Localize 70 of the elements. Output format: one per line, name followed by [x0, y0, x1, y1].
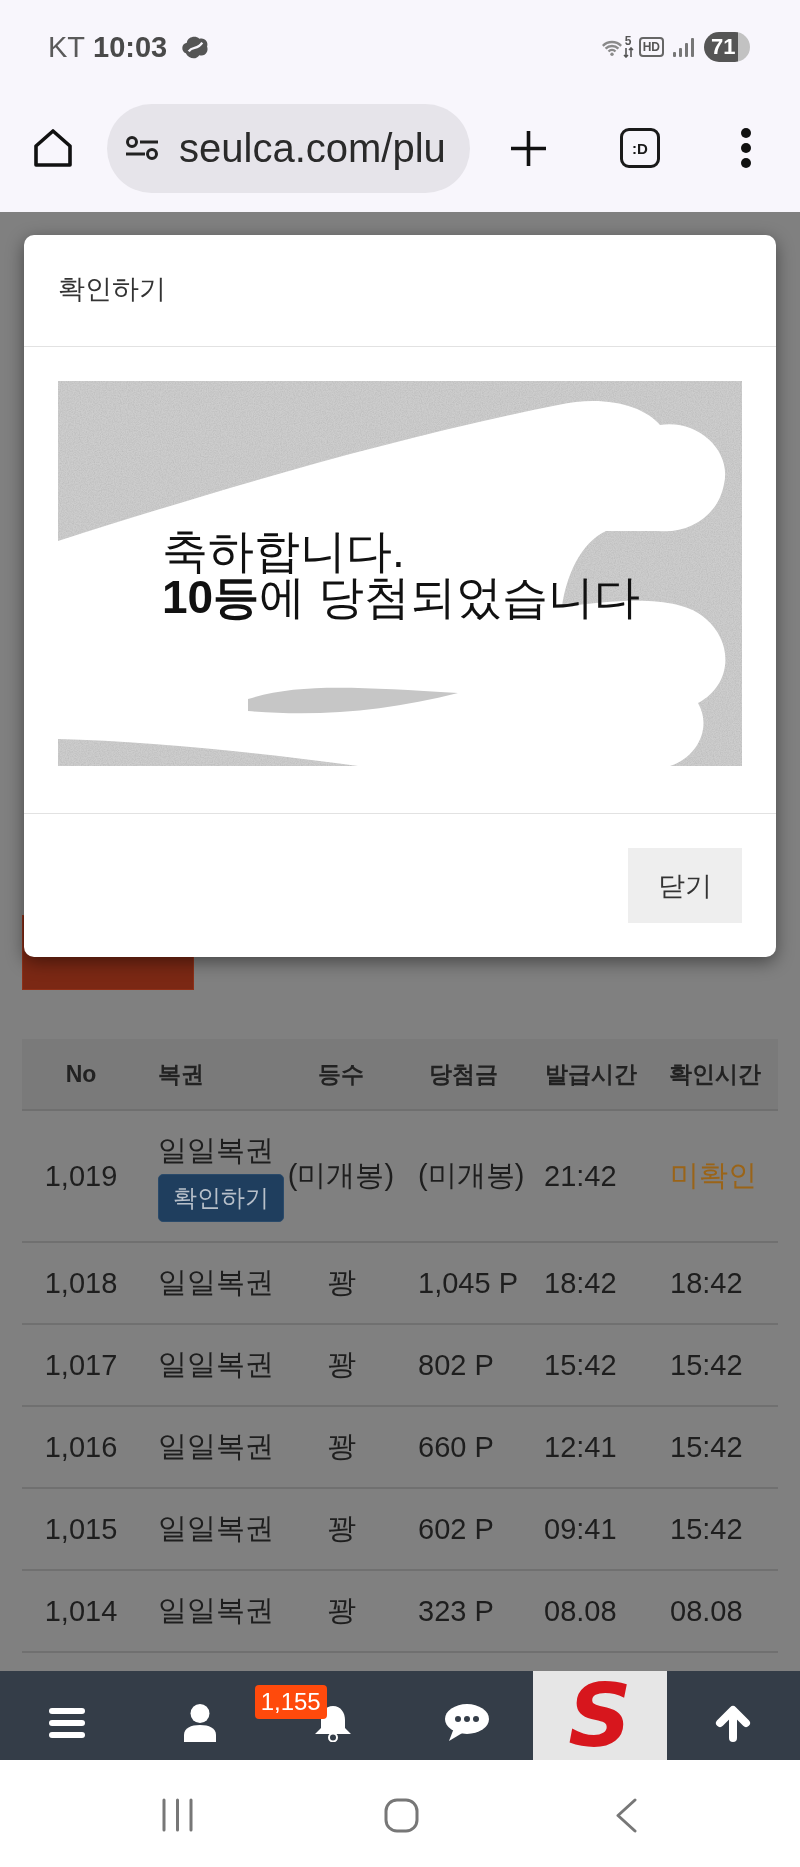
table-cell: 1,019	[44, 1159, 118, 1193]
logo-button[interactable]: S	[533, 1671, 667, 1760]
column-header: 당첨금	[428, 1059, 498, 1089]
hd-indicator: HD	[638, 37, 664, 57]
table-cell: 1,018	[44, 1266, 118, 1300]
table-cell: 802 P	[418, 1348, 494, 1382]
table-cell-text: 꽝	[326, 1429, 356, 1464]
table-cell-text: (미개봉)	[287, 1158, 395, 1193]
table-cell: 1,016	[44, 1430, 118, 1464]
menu-icon[interactable]	[48, 1707, 85, 1738]
network-label: 5	[624, 36, 632, 47]
tune-icon[interactable]	[125, 135, 159, 161]
column-header: 확인시간	[669, 1059, 761, 1089]
table-cell-text: 일일복권	[158, 1593, 274, 1628]
table-cell: 18:42	[670, 1266, 743, 1300]
table-cell-text: 꽝	[326, 1347, 356, 1382]
table-cell: 15:42	[670, 1348, 743, 1382]
data-arrows-icon	[622, 47, 634, 58]
table-cell: 12:41	[544, 1430, 617, 1464]
table-cell-text: 미확인	[670, 1158, 757, 1193]
back-icon[interactable]	[615, 1797, 637, 1833]
table-cell: 1,017	[44, 1348, 118, 1382]
table-cell-text: (미개봉)	[418, 1158, 525, 1193]
table-cell-text: 일일복권	[158, 1511, 274, 1546]
clock-time: 10:03	[93, 30, 168, 64]
signal-icon	[672, 37, 694, 57]
table-cell: 15:42	[544, 1348, 617, 1382]
wifi-icon	[601, 38, 622, 56]
table-cell: 08.08	[544, 1594, 617, 1628]
table-cell: 18:42	[544, 1266, 617, 1300]
recent-apps-icon[interactable]	[162, 1798, 193, 1832]
message-line: 10등에 당첨되었습니다	[162, 574, 640, 620]
table-cell: 1,014	[44, 1594, 118, 1628]
table-cell-text: 일일복권	[158, 1132, 274, 1168]
table-cell-text: 일일복권	[158, 1429, 274, 1464]
table-cell-text: 꽝	[326, 1593, 356, 1628]
url-text: seulca.com/plu	[179, 125, 446, 171]
chat-icon[interactable]	[444, 1704, 489, 1741]
battery-indicator: 71	[704, 32, 750, 62]
more-menu-icon[interactable]	[741, 128, 751, 168]
table-cell: 323 P	[418, 1594, 494, 1628]
column-header: 발급시간	[545, 1059, 637, 1089]
carrier-name: KT	[48, 30, 86, 64]
arrow-up-icon[interactable]	[714, 1703, 753, 1742]
notification-badge: 1,155	[254, 1685, 327, 1719]
confirm-button[interactable]: 확인하기	[158, 1173, 284, 1222]
table-cell-text: 꽝	[326, 1265, 356, 1300]
table-cell: 1,015	[44, 1512, 118, 1546]
column-header: No	[65, 1060, 97, 1088]
modal-title: 확인하기	[58, 272, 166, 306]
table-cell-text: 일일복권	[158, 1347, 274, 1382]
plus-icon[interactable]	[510, 129, 547, 167]
user-icon[interactable]	[184, 1703, 216, 1742]
table-cell: 08.08	[670, 1594, 743, 1628]
home-icon[interactable]	[33, 128, 73, 168]
table-cell: 15:42	[670, 1512, 743, 1546]
table-cell: 602 P	[418, 1512, 494, 1546]
address-bar[interactable]: seulca.com/plu	[107, 103, 470, 193]
table-cell: 15:42	[670, 1430, 743, 1464]
table-cell: 09:41	[544, 1512, 617, 1546]
column-header: 복권	[158, 1059, 204, 1089]
column-header: 등수	[318, 1059, 364, 1089]
table-cell: 21:42	[544, 1159, 617, 1193]
table-cell: 660 P	[418, 1430, 494, 1464]
table-cell: 1,045 P	[418, 1266, 518, 1300]
message-line: 축하합니다.	[162, 528, 405, 574]
table-cell-text: 꽝	[326, 1511, 356, 1546]
table-cell-text: 일일복권	[158, 1265, 274, 1300]
tab-switcher-button[interactable]: :D	[620, 128, 660, 168]
close-button[interactable]: 닫기	[628, 848, 742, 923]
